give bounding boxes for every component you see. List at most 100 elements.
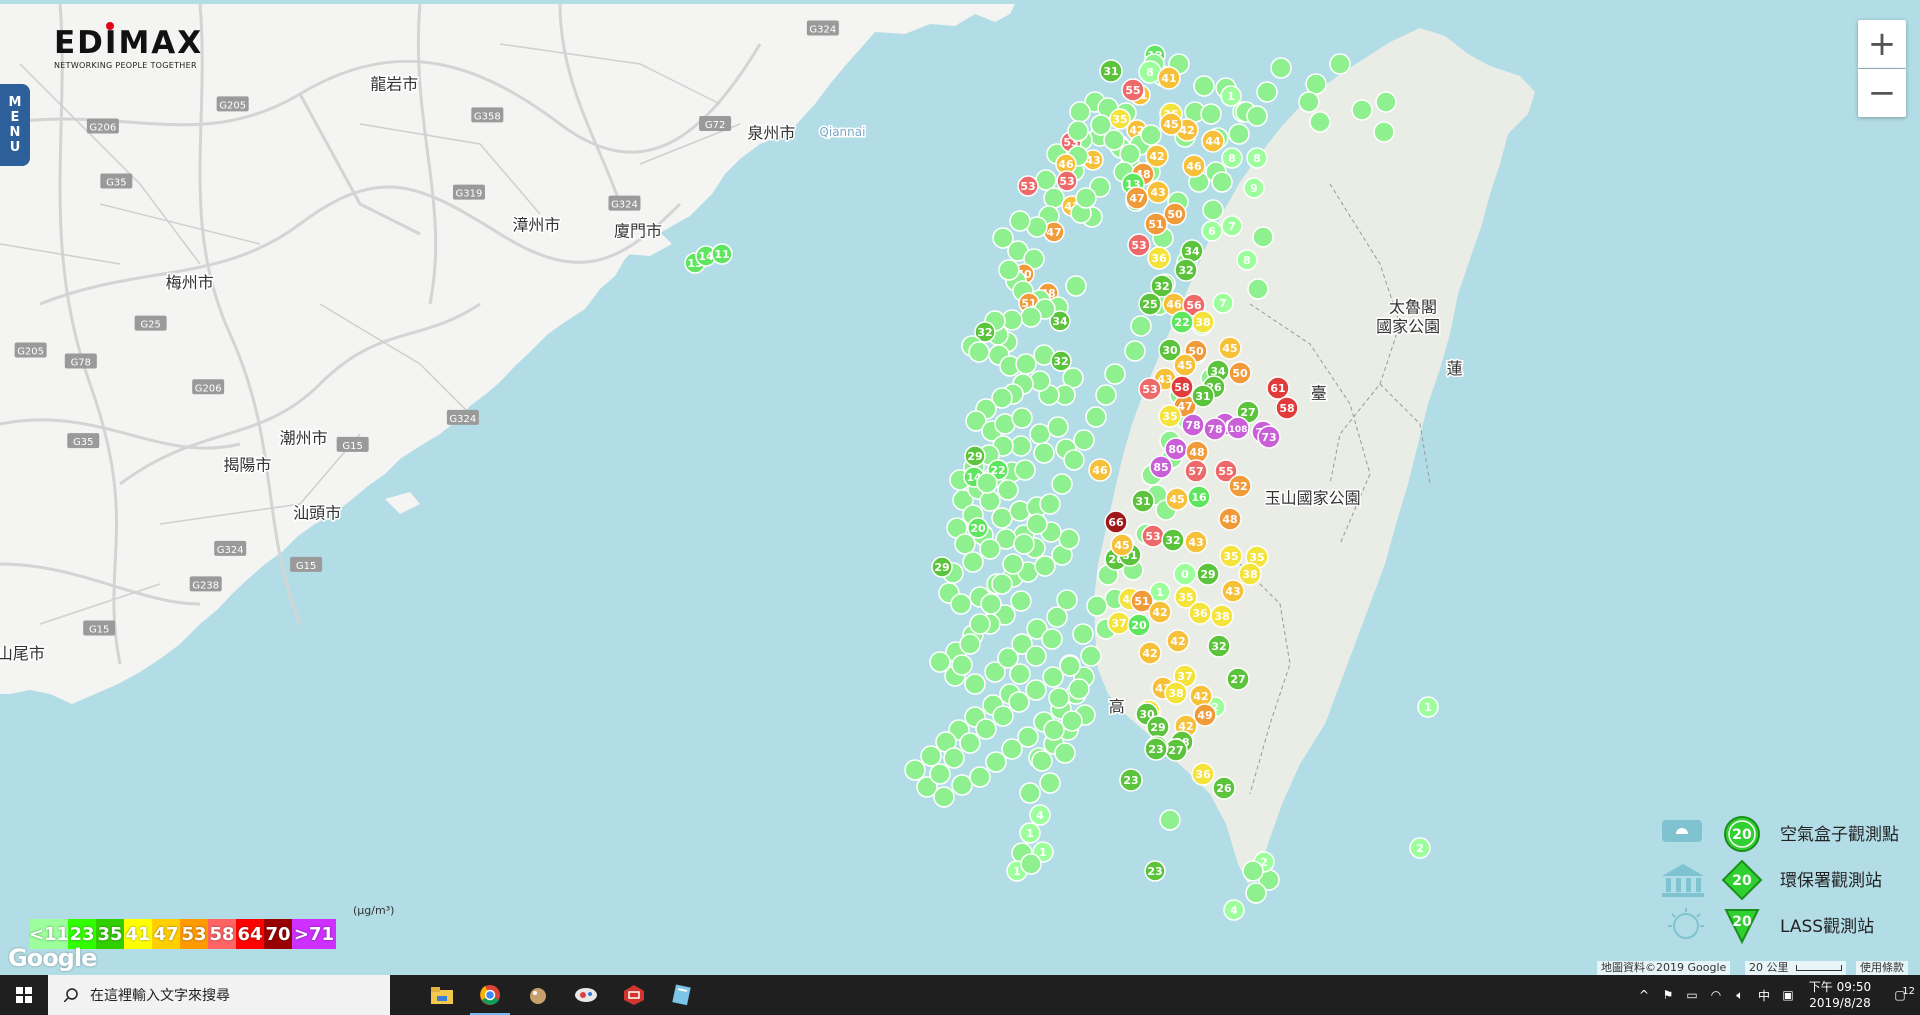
station-marker[interactable]: 31 <box>1131 489 1155 513</box>
station-dot[interactable] <box>1256 81 1278 103</box>
station-dot[interactable] <box>976 472 998 494</box>
ime-indicator[interactable]: 中 <box>1752 987 1776 1004</box>
station-marker[interactable]: 47 <box>1125 186 1149 210</box>
station-marker[interactable]: 31 <box>1099 59 1123 83</box>
station-marker[interactable]: 53 <box>1141 524 1165 548</box>
station-marker[interactable] <box>1013 533 1035 555</box>
station-marker[interactable] <box>1095 384 1117 406</box>
station-dot[interactable] <box>1247 278 1269 300</box>
station-marker[interactable] <box>1020 853 1042 875</box>
station-marker[interactable]: 7 <box>1221 215 1243 237</box>
station-marker[interactable] <box>1103 129 1125 151</box>
station-dot[interactable] <box>1072 623 1094 645</box>
station-marker[interactable]: 0 <box>1173 562 1197 586</box>
station-dot[interactable] <box>1015 353 1037 375</box>
station-marker[interactable] <box>1256 81 1278 103</box>
station-dot[interactable] <box>1033 442 1055 464</box>
station-dot[interactable] <box>969 613 991 635</box>
station-dot[interactable] <box>1305 73 1327 95</box>
station-dot[interactable] <box>1373 121 1395 143</box>
station-dot[interactable] <box>1010 590 1032 612</box>
station-marker[interactable] <box>998 259 1020 281</box>
station-marker[interactable] <box>943 747 965 769</box>
app-taskbar-button[interactable] <box>658 975 706 1015</box>
station-marker[interactable]: 36 <box>1147 246 1171 270</box>
station-marker[interactable]: 29 <box>931 556 953 578</box>
chevron-up-icon[interactable]: ^ <box>1632 988 1656 1002</box>
station-marker[interactable]: 23 <box>1144 737 1168 761</box>
station-dot[interactable] <box>1068 678 1090 700</box>
station-dot[interactable] <box>1242 860 1264 882</box>
station-dot[interactable] <box>979 490 1001 512</box>
station-marker[interactable] <box>1298 91 1320 113</box>
station-marker[interactable] <box>1200 103 1222 125</box>
station-marker[interactable]: 42 <box>1166 629 1190 653</box>
station-marker[interactable]: 37 <box>1107 611 1131 635</box>
station-dot[interactable] <box>1085 406 1107 428</box>
station-marker[interactable] <box>1035 169 1057 191</box>
station-dot[interactable] <box>1270 57 1292 79</box>
station-dot[interactable] <box>959 633 981 655</box>
station-dot[interactable] <box>975 718 997 740</box>
station-marker[interactable]: 1 <box>1417 696 1439 718</box>
station-marker[interactable] <box>1056 589 1078 611</box>
station-dot[interactable] <box>943 747 965 769</box>
station-dot[interactable] <box>1063 449 1085 471</box>
station-marker[interactable]: 44 <box>1201 129 1225 153</box>
station-dot[interactable] <box>1124 340 1146 362</box>
station-marker[interactable]: 53 <box>1056 170 1078 192</box>
station-dot[interactable] <box>1067 120 1089 142</box>
station-marker[interactable]: 36 <box>1191 762 1215 786</box>
station-dot[interactable] <box>1329 53 1351 75</box>
station-marker[interactable] <box>985 751 1007 773</box>
station-dot[interactable] <box>1054 742 1076 764</box>
edimax-logo[interactable]: EDIMAX NETWORKING PEOPLE TOGETHER <box>54 22 203 70</box>
station-marker[interactable]: 46 <box>1088 458 1112 482</box>
station-marker[interactable] <box>1329 53 1351 75</box>
station-dot[interactable] <box>1017 726 1039 748</box>
station-marker[interactable]: 43 <box>1184 530 1208 554</box>
station-dot[interactable] <box>1061 710 1083 732</box>
station-dot[interactable] <box>1014 459 1036 481</box>
station-marker[interactable]: 45 <box>1165 487 1189 511</box>
station-dot[interactable] <box>1193 75 1215 97</box>
app-taskbar-button[interactable] <box>562 975 610 1015</box>
station-marker[interactable] <box>1043 187 1065 209</box>
station-marker[interactable]: 55 <box>1121 78 1145 102</box>
zoom-in-button[interactable]: + <box>1858 20 1906 68</box>
notification-icon[interactable]: ▢ 12 <box>1880 986 1920 1002</box>
station-dot[interactable] <box>969 766 991 788</box>
station-dot[interactable] <box>1034 555 1056 577</box>
station-marker[interactable]: 32 <box>1174 258 1198 282</box>
station-marker[interactable] <box>1073 429 1095 451</box>
station-marker[interactable] <box>959 633 981 655</box>
station-marker[interactable] <box>959 732 981 754</box>
station-marker[interactable]: 80 <box>1164 437 1188 461</box>
station-dot[interactable] <box>1043 187 1065 209</box>
station-dot[interactable] <box>1020 306 1042 328</box>
station-dot[interactable] <box>991 507 1013 529</box>
station-marker[interactable] <box>1031 750 1053 772</box>
station-marker[interactable] <box>1159 809 1181 831</box>
station-marker[interactable]: 38 <box>1238 562 1262 586</box>
station-dot[interactable] <box>1095 384 1117 406</box>
station-marker[interactable] <box>1025 679 1047 701</box>
station-marker[interactable] <box>1193 75 1215 97</box>
station-marker[interactable] <box>929 763 951 785</box>
station-dot[interactable] <box>920 745 942 767</box>
station-marker[interactable] <box>969 766 991 788</box>
station-marker[interactable]: 29 <box>1146 715 1170 739</box>
station-marker[interactable] <box>1048 687 1070 709</box>
station-marker[interactable] <box>1104 363 1126 385</box>
wifi-icon[interactable]: ◠ <box>1704 988 1728 1002</box>
station-marker[interactable]: 58 <box>1170 375 1194 399</box>
station-marker[interactable] <box>933 786 955 808</box>
station-marker[interactable]: 23 <box>1144 860 1166 882</box>
station-marker[interactable]: 78 <box>1181 413 1205 437</box>
station-marker[interactable] <box>1017 726 1039 748</box>
station-marker[interactable]: 85 <box>1149 455 1173 479</box>
station-marker[interactable]: 42 <box>1189 684 1213 708</box>
station-dot[interactable] <box>1020 853 1042 875</box>
station-marker[interactable]: 2 <box>1409 837 1431 859</box>
station-marker[interactable] <box>1063 449 1085 471</box>
